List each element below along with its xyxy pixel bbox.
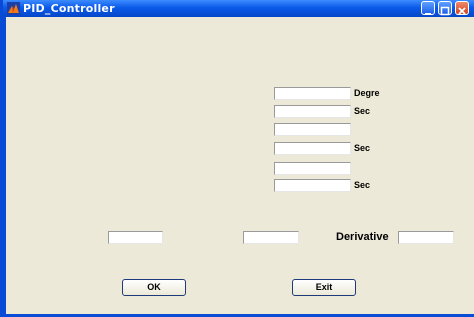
close-button[interactable] — [455, 1, 469, 15]
maximize-icon — [440, 6, 450, 16]
matlab-icon — [7, 2, 20, 15]
window-title: PID_Controller — [23, 2, 115, 15]
derivative-label: Derivative — [336, 231, 389, 243]
minimize-icon — [425, 13, 431, 15]
label-sec-3: Sec — [354, 180, 371, 190]
field-5[interactable] — [274, 162, 351, 175]
field-sec-2[interactable] — [274, 142, 351, 155]
title-bar[interactable]: PID_Controller — [3, 0, 474, 17]
label-degre: Degre — [354, 88, 380, 98]
derivative-field[interactable] — [398, 231, 454, 244]
bottom-field-2[interactable] — [243, 231, 299, 244]
ok-button[interactable]: OK — [122, 279, 186, 296]
client-area: Degre Sec Sec Sec Derivative OK Exit — [6, 17, 474, 314]
minimize-button[interactable] — [421, 1, 435, 15]
exit-button[interactable]: Exit — [292, 279, 356, 296]
close-icon — [458, 7, 466, 15]
label-sec-1: Sec — [354, 106, 371, 116]
bottom-field-1[interactable] — [108, 231, 163, 244]
field-degre[interactable] — [274, 87, 351, 100]
maximize-button[interactable] — [438, 1, 452, 16]
field-3[interactable] — [274, 123, 351, 136]
field-sec-3[interactable] — [274, 179, 351, 192]
pid-controller-window: PID_Controller Degre Sec Sec Sec Derivat… — [0, 0, 474, 317]
field-sec-1[interactable] — [274, 105, 351, 118]
label-sec-2: Sec — [354, 143, 371, 153]
